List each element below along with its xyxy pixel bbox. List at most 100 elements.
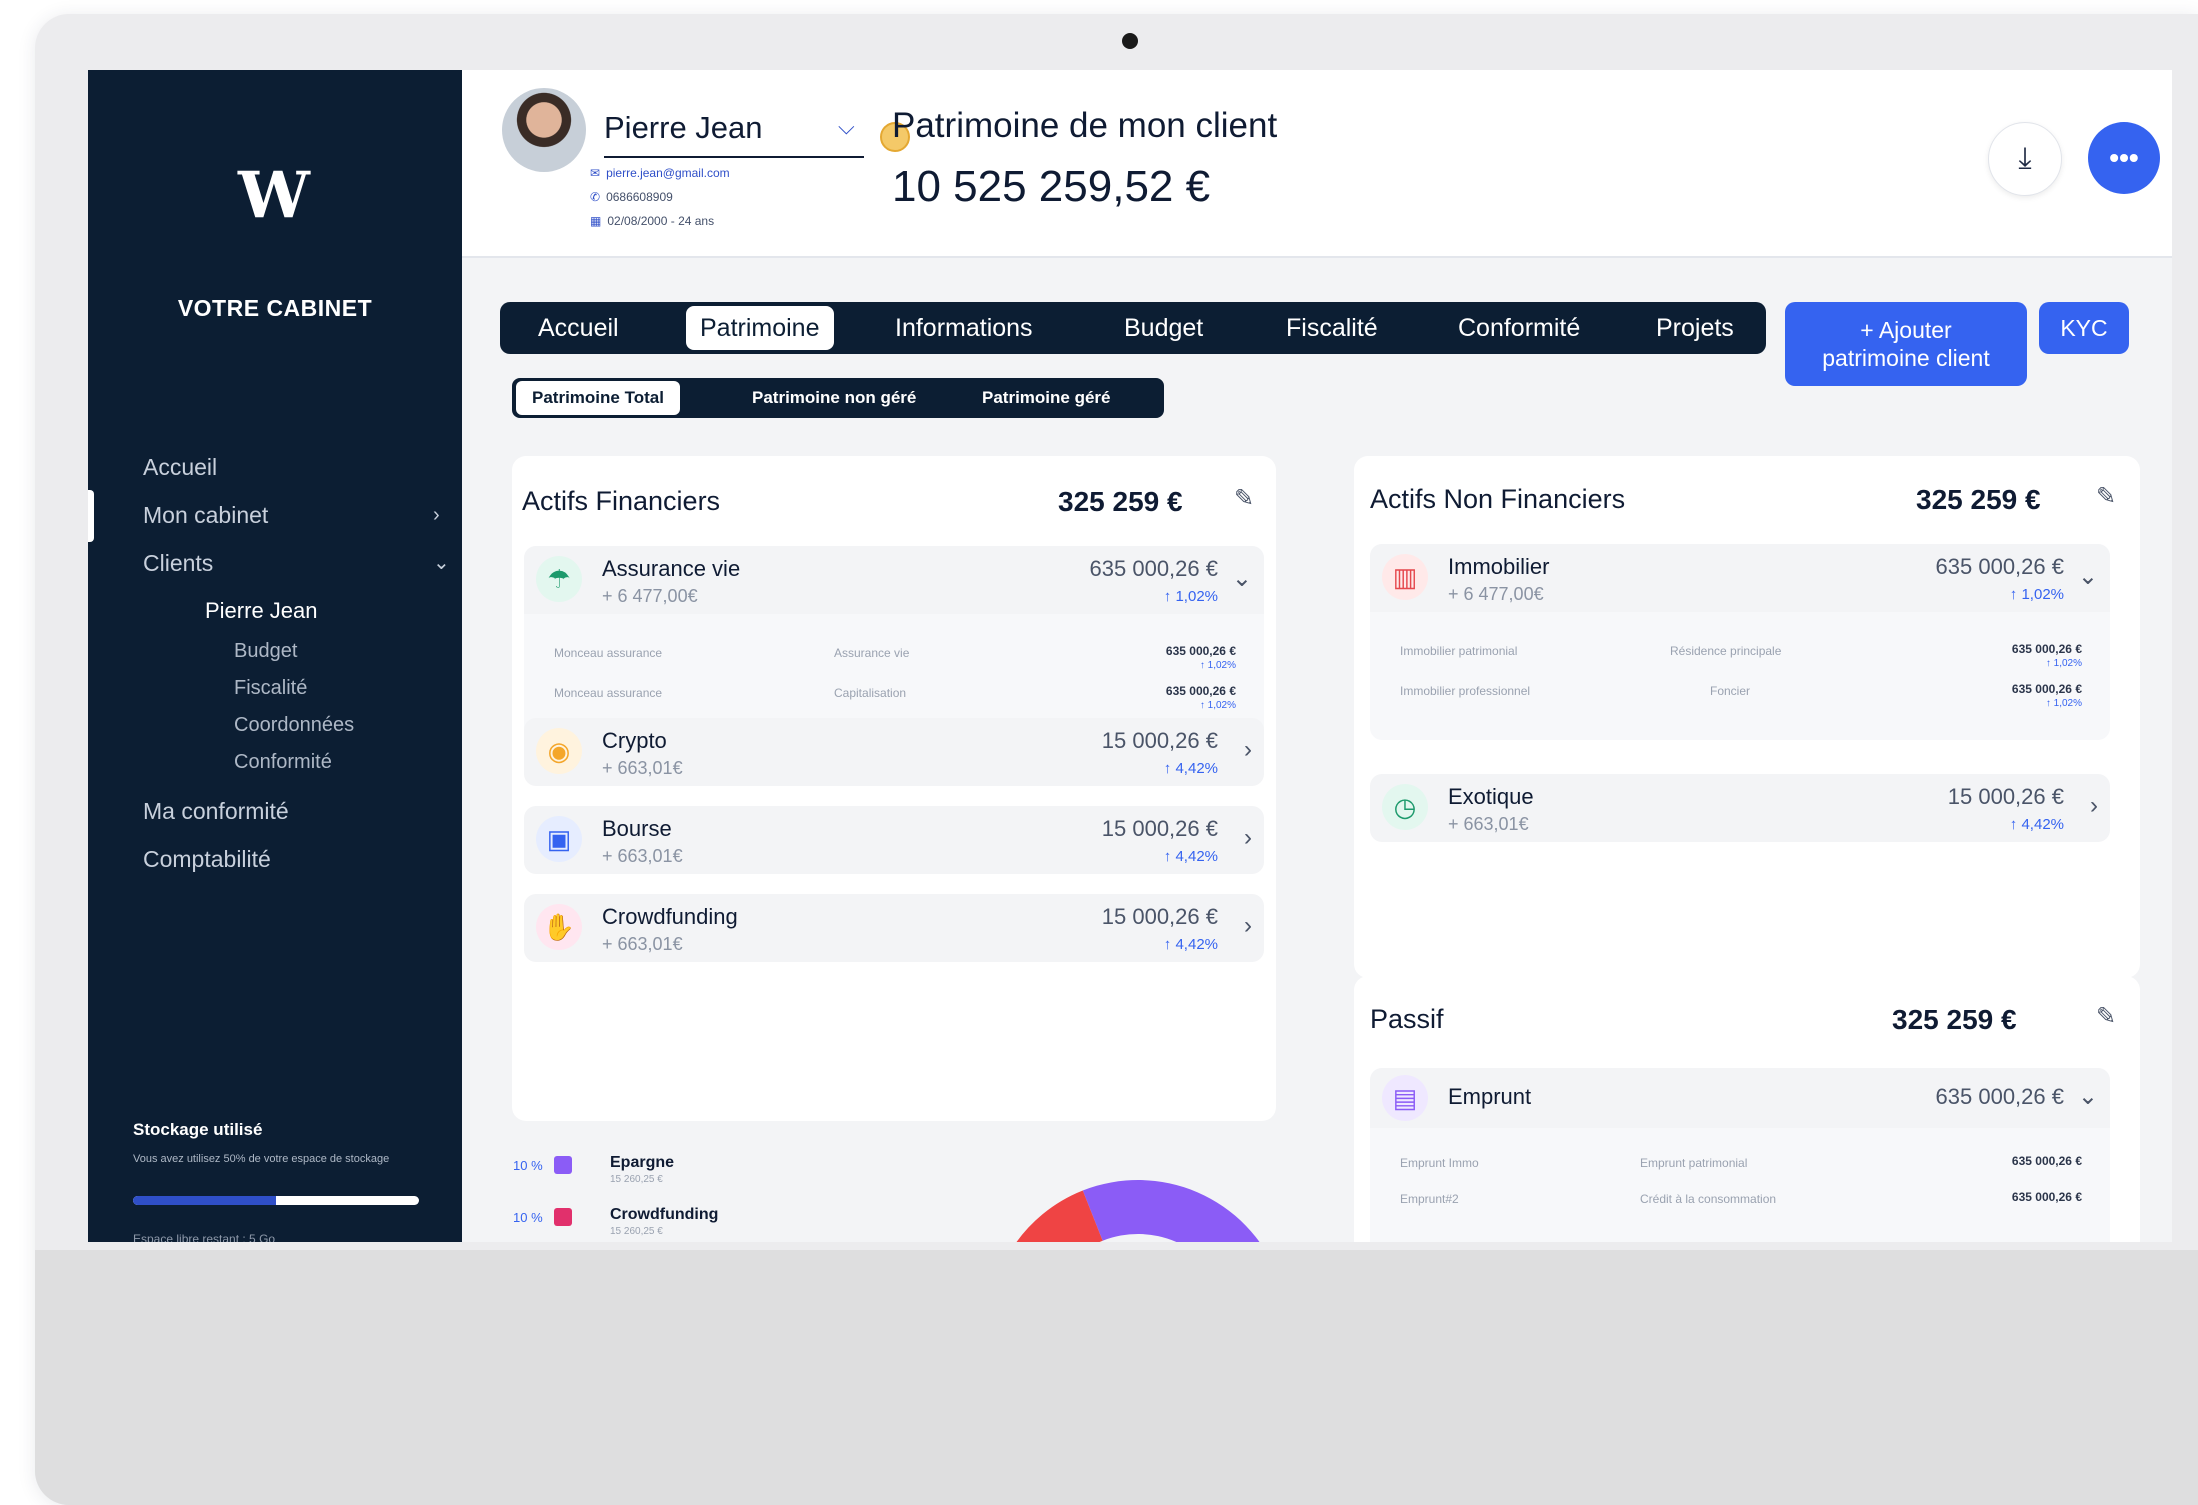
add-button-line2: patrimoine client [1822,345,1990,371]
sidebar-item-accueil[interactable]: Accueil [143,454,217,481]
detail-value: 635 000,26 € [2011,1154,2082,1168]
sub-tabs: Patrimoine Total Patrimoine non géré Pat… [512,378,1164,418]
asset-row[interactable]: ▣ Bourse + 663,01€ 15 000,26 € ↑ 4,42% › [524,806,1264,874]
subtab-patrimoine-total[interactable]: Patrimoine Total [516,381,680,415]
sidebar-item-ma-conformite[interactable]: Ma conformité [143,798,289,825]
tab-projets[interactable]: Projets [1656,302,1734,354]
add-patrimoine-button[interactable]: + Ajouter patrimoine client [1785,302,2027,386]
legend-swatch [554,1156,572,1174]
more-button[interactable]: ••• [2088,122,2160,194]
row-percent: ↑ 4,42% [1163,936,1218,953]
detail-type: Assurance vie [834,646,910,660]
passif-card: Passif 325 259 € ✎ ▤ Emprunt 635 000,26 … [1354,976,2140,1242]
storage-description: Vous avez utilisez 50% de votre espace d… [133,1153,390,1165]
document-icon: ▤ [1382,1075,1428,1121]
client-email[interactable]: ✉ pierre.jean@gmail.com [590,166,730,180]
main-tabs: Accueil Patrimoine Informations Budget F… [500,302,1766,354]
sidebar-item-clients[interactable]: Clients [143,550,213,577]
row-value: 15 000,26 € [1101,728,1218,753]
chevron-right-icon[interactable]: › [433,504,440,527]
detail-type: Emprunt patrimonial [1640,1156,1748,1170]
row-percent: ↑ 4,42% [2009,816,2064,833]
card-title: Passif [1370,1004,1444,1034]
chevron-right-icon[interactable]: › [2090,792,2098,820]
legend-name: Epargne [610,1154,675,1171]
donut-slice[interactable] [1082,1180,1278,1242]
stock-chart-icon: ▣ [536,816,582,862]
exotique-row[interactable]: ◷ Exotique + 663,01€ 15 000,26 € ↑ 4,42%… [1370,774,2110,842]
asset-row[interactable]: ✋ Crowdfunding + 663,01€ 15 000,26 € ↑ 4,42%… [524,894,1264,962]
immobilier-group: ▥ Immobilier + 6 477,00€ 635 000,26 € ↑ … [1370,544,2110,740]
sidebar-item-conformite[interactable]: Conformité [234,751,332,774]
detail-label: Immobilier professionnel [1400,684,1531,698]
add-button-line1: + Ajouter [1860,317,1952,343]
row-gain: + 6 477,00€ [1448,584,1544,604]
chevron-down-icon[interactable]: ⌵ [838,114,855,140]
row-value: 635 000,26 € [1935,554,2064,579]
sidebar-item-coordonnees[interactable]: Coordonnées [234,714,354,737]
patrimoine-donut-chart [1016,1180,1278,1242]
chevron-down-icon[interactable]: ⌄ [2078,1082,2098,1111]
chevron-down-icon[interactable]: ⌄ [1232,564,1252,593]
row-percent: ↑ 1,02% [2009,586,2064,603]
row-name: Crowdfunding [602,904,738,929]
chevron-right-icon[interactable]: › [1244,736,1252,764]
sidebar-item-client[interactable]: Pierre Jean [205,598,318,624]
chevron-down-icon[interactable]: ⌄ [2078,562,2098,591]
tab-conformite[interactable]: Conformité [1458,302,1580,354]
tab-fiscalite[interactable]: Fiscalité [1286,302,1378,354]
storage-progress-fill [133,1196,276,1205]
emprunt-group: ▤ Emprunt 635 000,26 € ⌄ Emprunt Immo Em… [1370,1068,2110,1242]
card-title: Actifs Financiers [522,486,721,516]
subtab-non-gere[interactable]: Patrimoine non géré [752,378,916,418]
immobilier-row[interactable]: ▥ Immobilier + 6 477,00€ 635 000,26 € ↑ … [1370,544,2110,612]
row-gain: + 663,01€ [602,758,683,778]
card-title: Actifs Non Financiers [1370,484,1626,514]
mail-icon: ✉ [590,166,601,180]
asset-row[interactable]: ◉ Crypto + 663,01€ 15 000,26 € ↑ 4,42% › [524,718,1264,786]
edit-pencil-icon[interactable]: ✎ [1234,484,1254,513]
detail-percent: ↑ 1,02% [1199,660,1236,671]
row-name: Exotique [1448,784,1534,809]
card-total: 325 259 € [1058,486,1183,517]
emprunt-row[interactable]: ▤ Emprunt 635 000,26 € ⌄ [1370,1068,2110,1128]
sidebar-item-fiscalite[interactable]: Fiscalité [234,677,307,700]
row-value: 635 000,26 € [1935,1084,2064,1109]
edit-pencil-icon[interactable]: ✎ [2096,482,2116,511]
tab-budget[interactable]: Budget [1124,302,1203,354]
download-button[interactable]: ⤓ [1988,122,2062,196]
subtab-gere[interactable]: Patrimoine géré [982,378,1111,418]
sidebar-item-comptabilite[interactable]: Comptabilité [143,846,271,873]
kyc-button[interactable]: KYC [2039,302,2129,354]
chevron-right-icon[interactable]: › [1244,912,1252,940]
assurance-vie-row[interactable]: ☂ Assurance vie + 6 477,00€ 635 000,26 €… [524,546,1264,614]
avatar[interactable] [502,88,586,172]
edit-pencil-icon[interactable]: ✎ [2096,1002,2116,1031]
detail-type: Foncier [1710,684,1751,698]
building-icon: ▥ [1382,554,1428,600]
cabinet-name: VOTRE CABINET [177,295,373,321]
detail-percent: ↑ 1,02% [2045,658,2082,669]
app-logo[interactable]: W [238,158,310,233]
tab-informations[interactable]: Informations [895,302,1033,354]
detail-label: Monceau assurance [554,686,663,700]
sidebar-item-mon-cabinet[interactable]: Mon cabinet [143,502,268,529]
app-screen: W VOTRE CABINET Accueil Mon cabinet › Cl… [88,70,2172,1242]
sidebar-item-budget[interactable]: Budget [234,640,297,663]
tab-accueil[interactable]: Accueil [538,302,619,354]
detail-label: Emprunt Immo [1400,1156,1479,1170]
detail-percent: ↑ 1,02% [2045,698,2082,709]
row-percent: ↑ 1,02% [1163,588,1218,605]
row-value: 15 000,26 € [1101,904,1218,929]
legend-name: Crowdfunding [610,1206,719,1223]
storage-title: Stockage utilisé [133,1120,263,1139]
chevron-down-icon[interactable]: ⌄ [433,550,450,575]
legend-amount: 15 260,25 € [610,1174,663,1185]
tab-patrimoine[interactable]: Patrimoine [686,306,834,350]
active-indicator [88,490,94,542]
legend-percent: 10 % [513,1158,543,1173]
chevron-right-icon[interactable]: › [1244,824,1252,852]
actifs-non-financiers-card: Actifs Non Financiers 325 259 € ✎ ▥ Immo… [1354,456,2140,978]
row-percent: ↑ 4,42% [1163,760,1218,777]
client-name-dropdown[interactable]: Pierre Jean [604,110,763,146]
